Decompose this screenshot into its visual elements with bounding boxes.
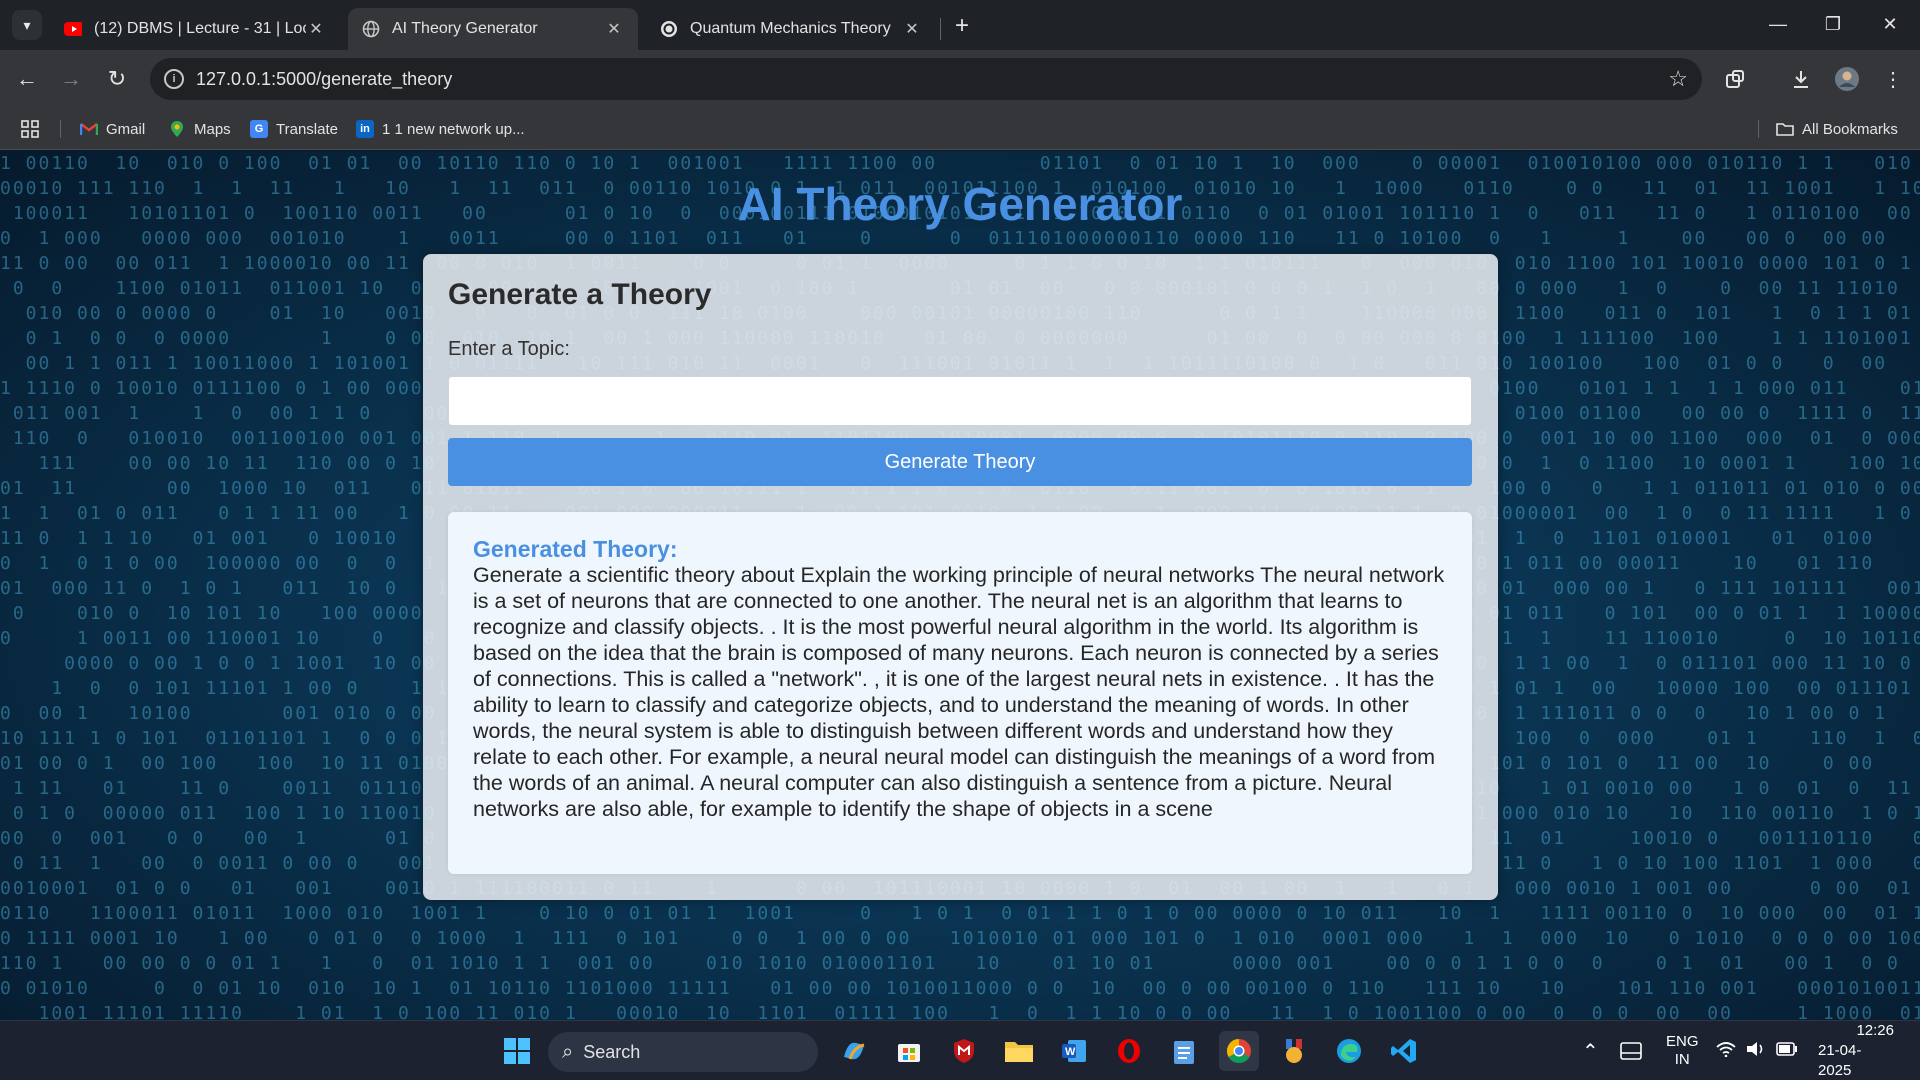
restore-button[interactable]: ❐: [1813, 8, 1853, 40]
close-icon: ✕: [1882, 13, 1898, 34]
page-viewport: 1 00110 10 010 0 100 01 01 00 10110 110 …: [0, 151, 1920, 1020]
microsoft-store-icon[interactable]: [889, 1031, 929, 1071]
folder-icon: [1776, 120, 1794, 138]
all-bookmarks-label: All Bookmarks: [1802, 120, 1898, 138]
medal-app-icon[interactable]: [1274, 1031, 1314, 1071]
windows-logo-icon: [504, 1038, 530, 1064]
reload-icon: ↻: [107, 66, 127, 91]
result-heading: Generated Theory:: [473, 536, 678, 562]
bookmark-label: 1 1 new network up...: [382, 120, 525, 138]
generated-theory-panel: Generated Theory: Generate a scientific …: [448, 512, 1472, 874]
card-heading: Generate a Theory: [448, 278, 712, 311]
close-tab-icon[interactable]: ✕: [604, 19, 624, 39]
taskbar-search[interactable]: ⌕ Search: [548, 1032, 818, 1072]
gmail-icon: [80, 120, 98, 138]
apps-grid-icon[interactable]: [20, 118, 40, 140]
clock-time: 12:26: [1856, 1022, 1894, 1039]
browser-toolbar: ← → ↻ i 127.0.0.1:5000/generate_theory ☆…: [0, 50, 1920, 108]
bookmark-label: Translate: [276, 120, 338, 138]
forward-button[interactable]: →: [56, 64, 86, 94]
language-region: IN: [1674, 1051, 1690, 1068]
search-icon: ⌕: [562, 1040, 574, 1063]
more-menu-icon[interactable]: ⋮: [1878, 64, 1908, 94]
topic-label: Enter a Topic:: [448, 338, 570, 360]
language-code: ENG: [1666, 1033, 1699, 1050]
tab-title: Quantum Mechanics Theory: [690, 20, 891, 37]
bookmarks-bar: Gmail Maps G Translate in 1 1 new networ…: [0, 108, 1920, 150]
bookmark-linkedin[interactable]: in 1 1 new network up...: [356, 118, 525, 140]
taskbar-search-label: Search: [583, 1041, 641, 1062]
arrow-right-icon: →: [60, 66, 82, 91]
network-volume-battery[interactable]: [1716, 1021, 1798, 1080]
minimize-icon: —: [1769, 13, 1787, 34]
tab-dbms-lecture[interactable]: (12) DBMS | Lecture - 31 | Lockin ✕: [50, 8, 340, 50]
profile-avatar[interactable]: [1832, 64, 1862, 94]
bookmark-gmail[interactable]: Gmail: [80, 118, 145, 140]
extensions-icon[interactable]: [1720, 64, 1750, 94]
download-icon[interactable]: [1786, 64, 1816, 94]
arrow-left-icon: ←: [16, 66, 38, 91]
chrome-icon[interactable]: [1219, 1031, 1259, 1071]
mcafee-icon[interactable]: [944, 1031, 984, 1071]
youtube-icon: [64, 20, 82, 38]
result-text: Generate a scientific theory about Expla…: [473, 563, 1445, 821]
bookmark-divider: [60, 120, 61, 138]
vscode-icon[interactable]: [1384, 1031, 1424, 1071]
chevron-up-icon: ⌃: [1582, 1040, 1599, 1063]
maps-icon: [168, 120, 186, 138]
restore-icon: ❐: [1824, 13, 1842, 34]
minimize-button[interactable]: —: [1758, 8, 1798, 40]
bookmark-maps[interactable]: Maps: [168, 118, 231, 140]
bookmark-star-icon[interactable]: ☆: [1668, 66, 1688, 92]
tab-divider: [940, 18, 941, 40]
bookmark-label: Maps: [194, 120, 231, 138]
volume-icon: [1746, 1041, 1766, 1061]
chatgpt-icon: [660, 20, 678, 38]
tab-title: AI Theory Generator: [392, 20, 538, 37]
clock-date: 21-04-2025: [1818, 1042, 1862, 1079]
new-tab-button[interactable]: +: [948, 12, 976, 40]
tab-ai-theory-generator[interactable]: AI Theory Generator ✕: [348, 8, 638, 50]
all-bookmarks-button[interactable]: All Bookmarks: [1776, 118, 1898, 140]
close-tab-icon[interactable]: ✕: [306, 19, 326, 39]
bookmark-divider: [1758, 120, 1759, 138]
chevron-down-icon: ▾: [23, 16, 31, 33]
topic-input[interactable]: [448, 376, 1472, 426]
tablet-mode-icon[interactable]: [1620, 1021, 1642, 1080]
show-hidden-icons[interactable]: ⌃: [1582, 1021, 1599, 1080]
translate-icon: G: [250, 120, 268, 138]
wifi-icon: [1716, 1041, 1736, 1061]
svg-text:W: W: [1065, 1046, 1076, 1058]
url-text[interactable]: 127.0.0.1:5000/generate_theory: [196, 69, 452, 90]
bookmark-translate[interactable]: G Translate: [250, 118, 338, 140]
clock[interactable]: 12:26 21-04-2025: [1818, 1021, 1894, 1080]
site-info-icon[interactable]: i: [164, 69, 184, 89]
generate-theory-button[interactable]: Generate Theory: [448, 438, 1472, 486]
theory-form-card: Generate a Theory Enter a Topic: Generat…: [423, 254, 1498, 900]
address-bar[interactable]: i 127.0.0.1:5000/generate_theory ☆: [150, 58, 1702, 100]
globe-icon: [362, 20, 380, 38]
plus-icon: +: [954, 12, 969, 39]
tab-title: (12) DBMS | Lecture - 31 | Lockin: [94, 20, 306, 37]
tab-search-button[interactable]: ▾: [12, 10, 42, 40]
opera-icon[interactable]: [1109, 1031, 1149, 1071]
file-explorer-icon[interactable]: [999, 1031, 1039, 1071]
tab-strip: ▾ (12) DBMS | Lecture - 31 | Lockin ✕ AI…: [0, 0, 1920, 50]
word-icon[interactable]: W: [1054, 1031, 1094, 1071]
battery-icon: [1776, 1042, 1798, 1060]
page-title: AI Theory Generator: [737, 178, 1183, 230]
windows-taskbar: ⌕ Search W ⌃ ENG IN 12:26 21-04-2025: [0, 1020, 1920, 1080]
windows-start-button[interactable]: [497, 1031, 537, 1071]
reload-button[interactable]: ↻: [102, 64, 132, 94]
edge-icon[interactable]: [1329, 1031, 1369, 1071]
language-indicator[interactable]: ENG IN: [1666, 1021, 1699, 1080]
bookmark-label: Gmail: [106, 120, 146, 138]
close-tab-icon[interactable]: ✕: [902, 19, 922, 39]
copilot-icon[interactable]: [834, 1031, 874, 1071]
back-button[interactable]: ←: [12, 64, 42, 94]
linkedin-icon: in: [356, 120, 374, 138]
tab-quantum-mechanics[interactable]: Quantum Mechanics Theory ✕: [646, 8, 936, 50]
notepad-icon[interactable]: [1164, 1031, 1204, 1071]
close-window-button[interactable]: ✕: [1870, 8, 1910, 40]
